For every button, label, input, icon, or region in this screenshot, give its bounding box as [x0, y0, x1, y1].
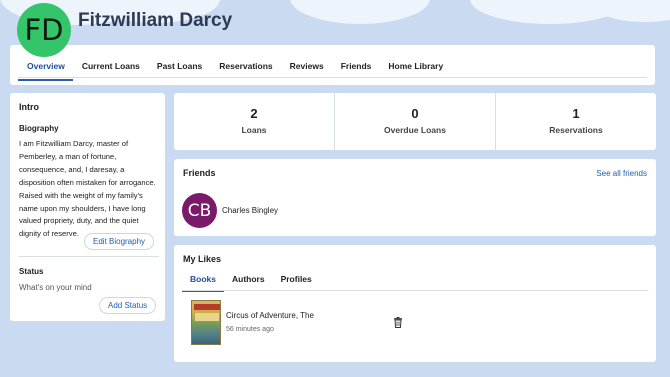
see-all-friends-link[interactable]: See all friends: [596, 169, 647, 178]
stat-value: 0: [411, 106, 419, 121]
likes-card: My Likes Books Authors Profiles Circus o…: [174, 245, 656, 362]
intro-divider: [19, 256, 159, 257]
tab-books[interactable]: Books: [182, 272, 224, 292]
stat-value: 1: [572, 106, 580, 121]
stat-label: Overdue Loans: [384, 125, 446, 135]
profile-nav: Overview Current Loans Past Loans Reserv…: [10, 45, 655, 85]
stat-label: Reservations: [549, 125, 603, 135]
tab-authors[interactable]: Authors: [224, 272, 273, 292]
stat-loans[interactable]: 2 Loans: [174, 93, 334, 150]
stats-card: 2 Loans 0 Overdue Loans 1 Reservations: [174, 93, 656, 150]
intro-card: Intro Biography I am Fitzwilliam Darcy, …: [10, 93, 165, 321]
edit-biography-button[interactable]: Edit Biography: [84, 233, 155, 250]
status-heading: Status: [19, 267, 44, 276]
book-title[interactable]: Circus of Adventure, The: [226, 311, 314, 320]
friend-name[interactable]: Charles Bingley: [222, 206, 278, 215]
likes-title: My Likes: [183, 254, 222, 264]
profile-header: FD Fitzwilliam Darcy: [0, 0, 670, 57]
add-status-button[interactable]: Add Status: [99, 297, 157, 314]
profile-avatar: FD: [17, 3, 71, 57]
biography-text: I am Fitzwilliam Darcy, master of Pember…: [19, 139, 156, 239]
trash-icon[interactable]: [393, 317, 403, 328]
stat-reservations[interactable]: 1 Reservations: [495, 93, 656, 150]
tab-profiles[interactable]: Profiles: [273, 272, 320, 292]
book-timestamp: 56 minutes ago: [226, 326, 274, 333]
biography-heading: Biography: [19, 124, 59, 133]
friends-title: Friends: [183, 168, 216, 178]
stat-overdue-loans[interactable]: 0 Overdue Loans: [334, 93, 495, 150]
friend-avatar[interactable]: CB: [182, 193, 217, 228]
profile-name: Fitzwilliam Darcy: [78, 10, 233, 31]
friends-card: Friends See all friends CB Charles Bingl…: [174, 159, 656, 236]
stat-value: 2: [250, 106, 258, 121]
intro-title: Intro: [19, 102, 39, 112]
status-input[interactable]: What's on your mind: [19, 283, 92, 292]
likes-divider: [182, 290, 648, 291]
book-cover-image[interactable]: [191, 300, 221, 345]
nav-divider: [18, 77, 647, 78]
stat-label: Loans: [241, 125, 267, 135]
